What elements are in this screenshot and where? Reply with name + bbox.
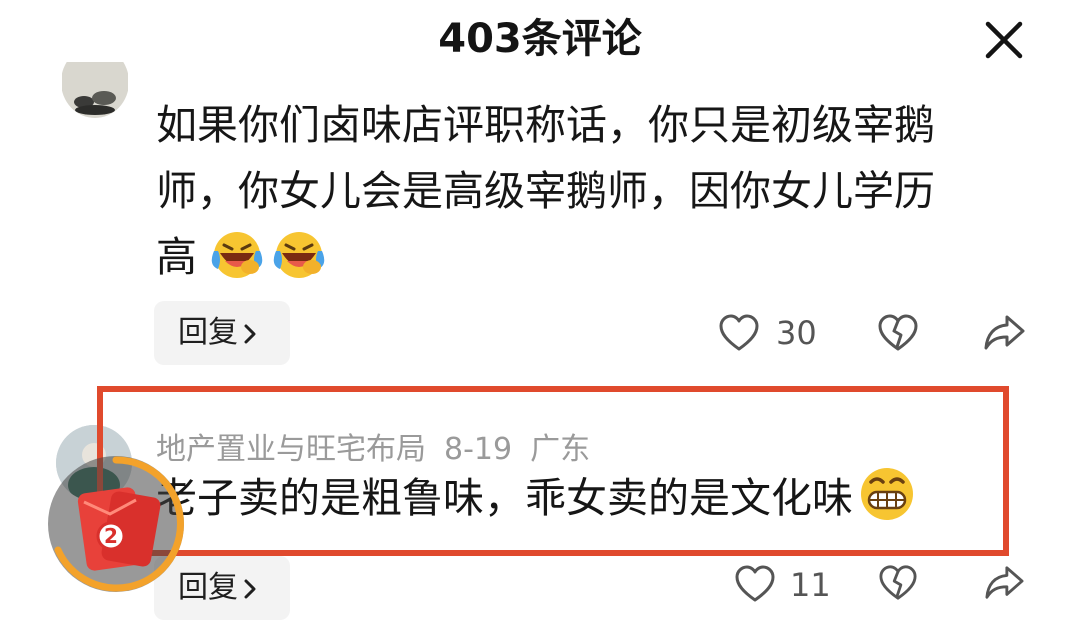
comment-meta: 地产置业与旺宅布局 8-19 广东 [156, 424, 608, 468]
comment-text-line: 老子卖的是粗鲁味，乖女卖的是文化味 [156, 463, 917, 543]
reply-label: 回复 [178, 315, 238, 350]
chevron-right-icon [242, 304, 258, 368]
share-arrow-icon [985, 566, 1024, 599]
comment-text-line: 如果你们卤味店评职称话，你只是初级宰鹅 [156, 101, 935, 149]
heart-icon [719, 314, 759, 351]
comment-date: 8-19 [444, 432, 513, 467]
dislike-button[interactable] [877, 564, 919, 606]
username[interactable]: 地产置业与旺宅布局 [156, 432, 426, 467]
comment-text-line: 高 [156, 222, 328, 302]
close-button[interactable] [982, 18, 1026, 62]
broken-heart-icon [879, 565, 917, 600]
comment-text-line: 师，你女儿会是高级宰鹅师，因你女儿学历 [156, 167, 935, 215]
dislike-button[interactable] [877, 313, 919, 357]
share-button[interactable] [982, 313, 1026, 357]
share-arrow-icon [984, 315, 1025, 350]
avatar[interactable] [62, 62, 128, 118]
chevron-right-icon [242, 559, 258, 623]
share-button[interactable] [982, 564, 1026, 606]
page-title: 403条评论 [438, 16, 642, 62]
like-count: 11 [790, 566, 831, 604]
widget-badge: 2 [104, 524, 118, 548]
close-icon [985, 21, 1023, 59]
laughing-crying-emoji-icon [272, 229, 328, 302]
laughing-crying-emoji-icon [210, 229, 266, 302]
red-packet-widget[interactable]: 2 [44, 452, 188, 596]
broken-heart-icon [878, 314, 918, 351]
heart-icon [735, 565, 775, 602]
like-count: 30 [776, 314, 817, 352]
comment-location: 广东 [530, 432, 591, 467]
grinning-emoji-icon [857, 466, 917, 543]
reply-button[interactable]: 回复 [154, 301, 290, 365]
comment-text: 老子卖的是粗鲁味，乖女卖的是文化味 [156, 474, 853, 522]
like-button[interactable] [718, 313, 760, 357]
like-button[interactable] [734, 564, 776, 608]
comment-text-line-last: 高 [156, 233, 197, 281]
